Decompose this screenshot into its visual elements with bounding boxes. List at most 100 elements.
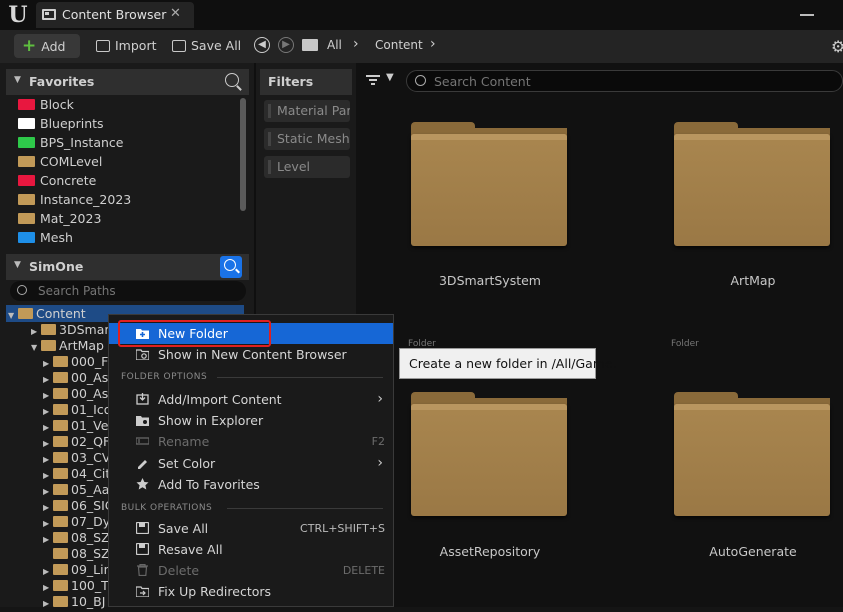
favorite-item[interactable]: Instance_2023 bbox=[18, 192, 131, 211]
menu-item-resave-all[interactable]: Resave All bbox=[109, 539, 393, 560]
breadcrumb-all[interactable]: All bbox=[327, 38, 342, 52]
favorites-header[interactable]: ▼ Favorites bbox=[6, 69, 249, 95]
favorite-item-label: Mat_2023 bbox=[40, 211, 102, 226]
tree-item[interactable]: ▶ 02_QF bbox=[43, 434, 110, 450]
chevron-down-icon: ▼ bbox=[14, 260, 21, 270]
forward-arrow-icon[interactable]: ▶ bbox=[278, 37, 294, 53]
folder-icon bbox=[302, 39, 318, 51]
menu-item-set-color[interactable]: Set Color › bbox=[109, 453, 393, 474]
tree-item[interactable]: 08_SZ bbox=[43, 546, 110, 562]
tree-item[interactable]: ▶ 3DSmar bbox=[31, 322, 110, 338]
tree-item-label: 03_CV bbox=[71, 450, 111, 465]
tree-item-label: 05_Aa bbox=[71, 482, 110, 497]
scrollbar[interactable] bbox=[240, 98, 246, 211]
folder-icon bbox=[18, 213, 35, 224]
favorite-item[interactable]: Blueprints bbox=[18, 116, 104, 135]
folder-icon bbox=[53, 484, 68, 495]
back-arrow-icon[interactable]: ◀ bbox=[254, 37, 270, 53]
tree-item-label: Content bbox=[36, 306, 86, 321]
tree-item[interactable]: ▶ 05_Aa bbox=[43, 482, 109, 498]
favorite-item[interactable]: COMLevel bbox=[18, 154, 102, 173]
menu-item-show-in-explorer[interactable]: Show in Explorer bbox=[109, 410, 393, 431]
minimize-button[interactable] bbox=[800, 2, 814, 16]
tree-item[interactable]: ▶ 01_Ve bbox=[43, 418, 108, 434]
favorite-item[interactable]: BPS_Instance bbox=[18, 135, 123, 154]
favorite-item[interactable]: Mesh bbox=[18, 230, 73, 249]
tree-item[interactable]: ▶ 08_SZ bbox=[43, 530, 110, 546]
search-icon[interactable] bbox=[225, 73, 239, 87]
add-button[interactable]: + Add bbox=[14, 34, 80, 58]
tree-item[interactable]: ▶ 10_BJ bbox=[43, 594, 105, 610]
tree-item[interactable]: ▶ 07_Dy bbox=[43, 514, 110, 530]
chevron-right-icon[interactable]: ▶ bbox=[43, 596, 53, 612]
tree-item[interactable]: ▶ 04_Cit bbox=[43, 466, 110, 482]
breadcrumb-content[interactable]: Content bbox=[375, 38, 423, 52]
tree-item-label: 100_T bbox=[71, 578, 109, 593]
folder-icon bbox=[53, 436, 68, 447]
folder-tile[interactable] bbox=[411, 392, 567, 516]
unreal-logo-icon[interactable]: U bbox=[6, 3, 30, 27]
folder-tile[interactable] bbox=[674, 392, 830, 516]
paths-header[interactable]: ▼ SimOne bbox=[6, 254, 249, 280]
menu-item-add-import-content[interactable]: Add/Import Content › bbox=[109, 389, 393, 410]
tooltip: Create a new folder in /All/Game. bbox=[399, 348, 617, 379]
chevron-down-icon[interactable]: ▼ bbox=[386, 72, 394, 83]
content-browser-icon bbox=[136, 349, 149, 360]
tree-item-label: 000_Fi bbox=[71, 354, 111, 369]
tab-close-icon[interactable]: ✕ bbox=[170, 6, 181, 21]
search-paths-input[interactable] bbox=[38, 282, 238, 300]
tree-item[interactable]: ▶ 06_SIC bbox=[43, 498, 114, 514]
menu-item-show-in-new-browser[interactable]: Show in New Content Browser bbox=[109, 344, 393, 365]
favorite-item-label: Blueprints bbox=[40, 116, 104, 131]
filters-title: Filters bbox=[268, 74, 314, 89]
tree-item-label: 00_As bbox=[71, 386, 109, 401]
chevron-down-icon[interactable]: ▼ bbox=[31, 340, 41, 356]
search-paths-field[interactable] bbox=[10, 281, 246, 301]
filter-chip[interactable]: Level bbox=[264, 156, 350, 178]
tree-item[interactable]: ▶ 100_T bbox=[43, 578, 109, 594]
explorer-icon bbox=[136, 416, 149, 426]
gear-icon[interactable]: ⚙ bbox=[831, 37, 843, 56]
chevron-right-icon: › bbox=[377, 455, 383, 471]
menu-item-add-to-favorites[interactable]: Add To Favorites bbox=[109, 474, 393, 495]
menu-item-save-all[interactable]: Save All CTRL+SHIFT+S bbox=[109, 518, 393, 539]
tree-item[interactable]: ▶ 000_Fi bbox=[43, 354, 111, 370]
tree-item[interactable]: ▶ 09_Lin bbox=[43, 562, 112, 578]
menu-item-fix-up-redirectors[interactable]: Fix Up Redirectors bbox=[109, 581, 393, 602]
folder-icon bbox=[18, 175, 35, 186]
folder-tile[interactable] bbox=[411, 122, 567, 246]
tree-item[interactable]: ▶ 00_As bbox=[43, 386, 108, 402]
favorite-item[interactable]: Block bbox=[18, 97, 74, 116]
favorite-item[interactable]: Mat_2023 bbox=[18, 211, 101, 230]
chevron-down-icon[interactable]: ▼ bbox=[8, 308, 18, 324]
tree-item[interactable]: ▶ 00_As bbox=[43, 370, 108, 386]
folder-tile[interactable] bbox=[674, 122, 830, 246]
tree-item[interactable]: ▶ 03_CV bbox=[43, 450, 110, 466]
chevron-right-icon[interactable]: › bbox=[353, 36, 359, 52]
tab-content-browser[interactable]: Content Browser ✕ bbox=[36, 2, 194, 28]
search-icon[interactable] bbox=[220, 256, 242, 278]
favorite-item-label: Concrete bbox=[40, 173, 97, 188]
folder-name: AutoGenerate bbox=[709, 544, 797, 559]
content-browser-icon bbox=[42, 9, 56, 20]
trash-icon bbox=[137, 564, 148, 576]
menu-item-delete[interactable]: Delete DELETE bbox=[109, 560, 393, 581]
menu-section-bulk-operations: BULK OPERATIONS bbox=[121, 503, 213, 513]
chevron-right-icon[interactable]: › bbox=[430, 36, 436, 52]
search-content-input[interactable] bbox=[434, 72, 814, 90]
save-all-button[interactable]: Save All bbox=[172, 34, 241, 58]
menu-item-rename[interactable]: Rename F2 bbox=[109, 431, 393, 452]
filter-chip[interactable]: Material Par bbox=[264, 100, 350, 122]
tree-item[interactable]: ▼ ArtMap bbox=[31, 338, 104, 354]
search-content-field[interactable] bbox=[406, 70, 843, 92]
favorites-title: Favorites bbox=[29, 74, 95, 89]
filter-icon[interactable] bbox=[366, 74, 380, 86]
tree-item[interactable]: ▶ 01_Ico bbox=[43, 402, 111, 418]
favorite-item[interactable]: Concrete bbox=[18, 173, 96, 192]
import-button[interactable]: Import bbox=[96, 34, 157, 58]
tab-title: Content Browser bbox=[62, 7, 167, 22]
redirector-icon bbox=[136, 586, 149, 597]
folder-icon bbox=[18, 232, 35, 243]
filter-chip[interactable]: Static Mesh bbox=[264, 128, 350, 150]
tree-item[interactable]: ▼ Content bbox=[8, 306, 86, 322]
